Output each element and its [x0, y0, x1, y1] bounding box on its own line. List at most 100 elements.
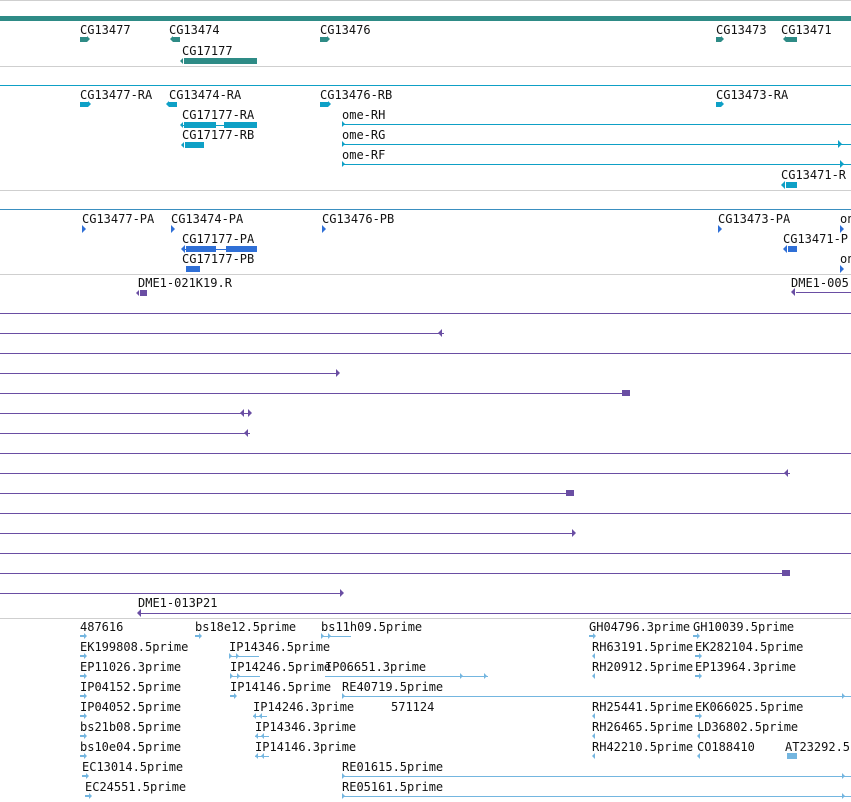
- strand-arrow-right-icon: [84, 693, 87, 699]
- strand-arrow-left-icon: [137, 609, 141, 617]
- feature-label: CG13476: [320, 23, 371, 37]
- clone-line[interactable]: [0, 373, 336, 374]
- feature-bar[interactable]: [342, 776, 851, 777]
- est-label: LD36802.5prime: [697, 720, 799, 734]
- clone-line[interactable]: [0, 593, 340, 594]
- clone-line[interactable]: [0, 393, 630, 394]
- transcript-span-line[interactable]: [0, 85, 851, 86]
- feature-bar[interactable]: [255, 756, 269, 757]
- track-separator: [0, 190, 851, 191]
- est-label: EK199808.5prime: [80, 640, 189, 654]
- feature-block[interactable]: [140, 290, 147, 296]
- clone-line[interactable]: [0, 433, 250, 434]
- feature-label: CG13477-PA: [82, 212, 155, 226]
- est-label: EC13014.5prime: [82, 760, 184, 774]
- clone-line[interactable]: [0, 493, 574, 494]
- clone-line[interactable]: [0, 553, 851, 554]
- feature-block[interactable]: [320, 102, 328, 107]
- clone-line[interactable]: [0, 333, 444, 334]
- strand-arrow-right-icon: [840, 160, 844, 168]
- feature-block[interactable]: [173, 37, 180, 42]
- est-label: EP13964.3prime: [695, 660, 797, 674]
- feature-bar[interactable]: [255, 736, 269, 737]
- feature-block[interactable]: [622, 390, 630, 396]
- clone-line[interactable]: [0, 413, 250, 414]
- est-label: 571124: [391, 700, 435, 714]
- feature-block[interactable]: [566, 490, 574, 496]
- feature-label: DME1-005: [791, 276, 849, 290]
- chromosome-span-bar[interactable]: [0, 16, 851, 21]
- feature-block[interactable]: [782, 570, 790, 576]
- strand-arrow-right-icon: [484, 673, 487, 679]
- feature-label: ome-RF: [342, 148, 386, 162]
- strand-arrow-right-icon: [842, 693, 845, 699]
- strand-arrow-right-icon: [87, 36, 90, 42]
- feature-block[interactable]: [80, 37, 87, 42]
- clone-line[interactable]: [0, 453, 851, 454]
- transcript-line[interactable]: [342, 124, 851, 125]
- feature-block[interactable]: [786, 182, 797, 188]
- feature-bar[interactable]: [342, 796, 851, 797]
- strand-arrow-left-icon: [782, 36, 786, 42]
- strand-arrow-right-icon: [721, 101, 724, 107]
- est-label: bs11h09.5prime: [321, 620, 423, 634]
- strand-arrow-right-icon: [88, 101, 91, 107]
- feature-bar[interactable]: [253, 716, 267, 717]
- strand-arrow-right-icon: [699, 673, 702, 679]
- est-label: EK066025.5prime: [695, 700, 804, 714]
- est-label: RE40719.5prime: [342, 680, 444, 694]
- track-separator: [0, 274, 851, 275]
- feature-label: CG13471-P: [783, 232, 849, 246]
- clone-line[interactable]: [0, 473, 790, 474]
- strand-arrow-right-icon: [86, 773, 89, 779]
- strand-arrow-right-icon: [322, 225, 326, 233]
- feature-block[interactable]: [786, 37, 797, 42]
- strand-arrow-right-icon: [342, 693, 345, 699]
- feature-label: CG13474: [169, 23, 220, 37]
- est-label: RE05161.5prime: [342, 780, 444, 794]
- est-label: EC24551.5prime: [85, 780, 187, 794]
- feature-label: on: [840, 212, 851, 226]
- feature-label: CG17177-RB: [182, 128, 255, 142]
- clone-line[interactable]: [0, 353, 851, 354]
- strand-arrow-right-icon: [842, 793, 845, 799]
- feature-block[interactable]: [320, 37, 327, 42]
- feature-block[interactable]: [184, 58, 257, 64]
- strand-arrow-left-icon: [592, 733, 595, 739]
- est-label: RE01615.5prime: [342, 760, 444, 774]
- feature-bar[interactable]: [342, 696, 851, 697]
- feature-block[interactable]: [788, 246, 797, 252]
- feature-label: on: [840, 252, 851, 266]
- strand-arrow-left-icon: [592, 673, 595, 679]
- feature-bar[interactable]: [321, 636, 351, 637]
- strand-arrow-right-icon: [82, 225, 86, 233]
- est-label: bs21b08.5prime: [80, 720, 182, 734]
- clone-line[interactable]: [0, 533, 572, 534]
- protein-span-line[interactable]: [0, 209, 851, 210]
- clone-line[interactable]: [0, 573, 790, 574]
- strand-arrow-right-icon: [840, 265, 844, 273]
- strand-arrow-right-icon: [84, 673, 87, 679]
- feature-label: CG13477: [80, 23, 131, 37]
- feature-bar[interactable]: [796, 292, 851, 293]
- feature-block[interactable]: [186, 266, 200, 272]
- transcript-line[interactable]: [342, 144, 851, 145]
- strand-arrow-right-icon: [328, 101, 331, 107]
- transcript-line[interactable]: [342, 164, 851, 165]
- feature-label: CG17177-RA: [182, 108, 255, 122]
- feature-block[interactable]: [169, 102, 177, 107]
- est-label: IP14146.3prime: [255, 740, 357, 754]
- clone-line[interactable]: [140, 613, 851, 614]
- est-label: GH10039.5prime: [693, 620, 795, 634]
- feature-bar[interactable]: [325, 676, 488, 677]
- clone-line[interactable]: [0, 313, 851, 314]
- feature-block[interactable]: [787, 753, 797, 759]
- feature-bar[interactable]: [230, 676, 260, 677]
- feature-label: CG13476-PB: [322, 212, 395, 226]
- feature-block[interactable]: [185, 142, 204, 148]
- clone-line[interactable]: [0, 513, 851, 514]
- feature-block[interactable]: [80, 102, 88, 107]
- feature-bar[interactable]: [229, 656, 259, 657]
- feature-label: ome-RG: [342, 128, 386, 142]
- est-label: IP14346.3prime: [255, 720, 357, 734]
